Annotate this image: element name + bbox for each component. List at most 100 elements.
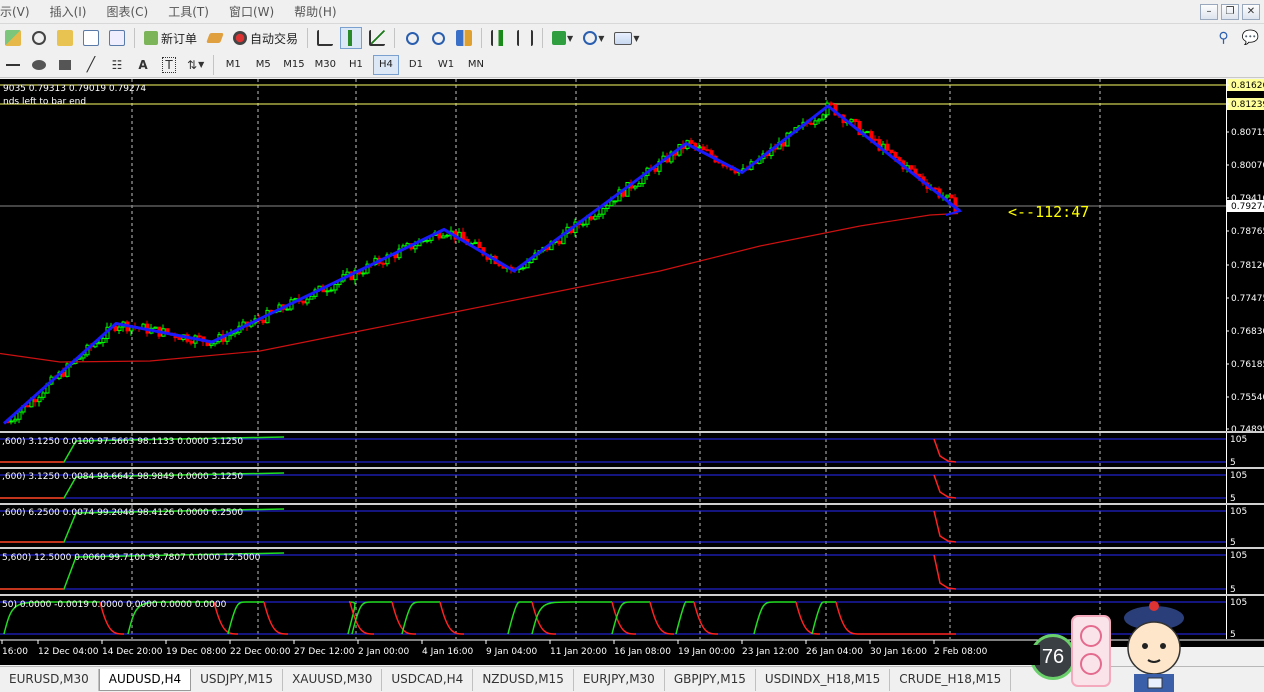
- chart-shift-button[interactable]: [514, 27, 536, 49]
- navigator-button[interactable]: [80, 27, 102, 49]
- fibonacci-icon: ☷: [111, 57, 123, 72]
- candlestick-chart-button[interactable]: [340, 27, 363, 49]
- templates-button[interactable]: ▼: [611, 27, 642, 49]
- periods-button[interactable]: ▼: [580, 27, 607, 49]
- chat-icon: 💬: [1241, 30, 1259, 46]
- text-label-button[interactable]: T: [158, 54, 180, 76]
- candle-body: [381, 262, 386, 265]
- time-label: 9 Jan 04:00: [486, 647, 538, 657]
- candle-body: [633, 185, 638, 189]
- ellipse-button[interactable]: [28, 54, 50, 76]
- tab-usdjpy-m15[interactable]: USDJPY,M15: [191, 669, 284, 691]
- level-label-105: 105: [1230, 598, 1247, 608]
- candle-body: [445, 234, 450, 237]
- zoom-out-button[interactable]: [427, 27, 449, 49]
- new-chart-button[interactable]: [2, 27, 24, 49]
- close-button[interactable]: ✕: [1242, 4, 1260, 20]
- candle-body: [425, 239, 430, 242]
- new-order-icon: [144, 31, 158, 45]
- candle-body: [821, 114, 826, 120]
- tab-audusd-h4[interactable]: AUDUSD,H4: [98, 669, 192, 691]
- tab-usdcad-h4[interactable]: USDCAD,H4: [382, 669, 474, 691]
- candle-body: [97, 341, 102, 345]
- timeframe-m1[interactable]: M1: [220, 55, 246, 75]
- mascot-widget[interactable]: [1068, 596, 1198, 692]
- oscillator-green-wave: [611, 601, 650, 635]
- menu-tools[interactable]: 工具(T): [158, 0, 219, 24]
- time-label: 22 Dec 00:00: [230, 647, 291, 657]
- oscillator-red-wave: [693, 601, 719, 635]
- tile-windows-button[interactable]: [453, 27, 475, 49]
- restore-button[interactable]: ❐: [1221, 4, 1239, 20]
- level-label-5: 5: [1230, 538, 1236, 548]
- timeframe-h4[interactable]: H4: [372, 54, 399, 75]
- indicator-3-readout: ,600) 6.2500 0.0074 99.2048 98.4126 0.00…: [2, 508, 244, 518]
- oscillator-green-wave: [753, 601, 796, 635]
- trendline-icon: ╱: [86, 56, 96, 73]
- horizontal-line-button[interactable]: [2, 54, 24, 76]
- timeframe-h1[interactable]: H1: [343, 55, 369, 75]
- candle-body: [597, 213, 602, 217]
- text-button[interactable]: A: [132, 54, 154, 76]
- level-label-5: 5: [1230, 494, 1236, 504]
- timeframe-mn[interactable]: MN: [463, 55, 489, 75]
- zoom-in-button[interactable]: [401, 27, 423, 49]
- candle-body: [817, 118, 822, 122]
- time-label: 26 Jan 04:00: [806, 647, 863, 657]
- timeframe-m30[interactable]: M30: [312, 55, 339, 75]
- indicators-button[interactable]: ▼: [549, 27, 576, 49]
- candle-body: [13, 418, 18, 422]
- time-label: 19 Dec 08:00: [166, 647, 227, 657]
- indicator-red-drop: [933, 554, 957, 590]
- ellipse-icon: [32, 59, 46, 70]
- tab-eurjpy-m30[interactable]: EURJPY,M30: [574, 669, 665, 691]
- tab-nzdusd-m15[interactable]: NZDUSD,M15: [473, 669, 574, 691]
- line-chart-button[interactable]: [366, 27, 388, 49]
- candle-body: [261, 319, 266, 324]
- timeframe-m5[interactable]: M5: [250, 55, 276, 75]
- template-icon: [614, 31, 633, 45]
- auto-scroll-button[interactable]: [488, 27, 510, 49]
- tab-gbpjpy-m15[interactable]: GBPJPY,M15: [665, 669, 756, 691]
- minimize-button[interactable]: –: [1200, 4, 1218, 20]
- timeframe-w1[interactable]: W1: [433, 55, 459, 75]
- strategy-tester-button[interactable]: [106, 27, 128, 49]
- arrows-icon: ⇅: [187, 57, 198, 72]
- candle-body: [177, 337, 182, 340]
- price-tick-label: 0.76185: [1231, 360, 1264, 370]
- menu-charts[interactable]: 图表(C): [96, 0, 158, 24]
- menu-view[interactable]: 示(V): [0, 0, 40, 24]
- candle-body: [329, 289, 334, 292]
- toolbar-separator: [394, 28, 396, 48]
- search-button[interactable]: ⚲: [1213, 27, 1235, 49]
- menu-help[interactable]: 帮助(H): [284, 0, 346, 24]
- tab-xauusd-m30[interactable]: XAUUSD,M30: [283, 669, 383, 691]
- menu-window[interactable]: 窗口(W): [219, 0, 284, 24]
- tab-usdindx-m15[interactable]: USDINDX_H18,M15: [756, 669, 891, 691]
- price-chart[interactable]: 0.816260.812390.807150.800700.794100.792…: [0, 79, 1264, 647]
- price-tick-label: 0.80715: [1231, 128, 1264, 138]
- crosshair-icon: [32, 31, 46, 45]
- chat-button[interactable]: 💬: [1239, 27, 1262, 49]
- favorites-button[interactable]: [54, 27, 76, 49]
- arrows-button[interactable]: ⇅ ▼: [184, 54, 207, 76]
- menu-insert[interactable]: 插入(I): [40, 0, 97, 24]
- new-order-button[interactable]: 新订单: [141, 27, 200, 49]
- candle-body: [653, 167, 658, 172]
- candle-body: [873, 138, 878, 141]
- tab-crude-m15[interactable]: CRUDE_H18,M15: [890, 669, 1012, 691]
- bar-chart-button[interactable]: [314, 27, 336, 49]
- auto-trading-button[interactable]: 自动交易: [230, 27, 301, 49]
- rectangle-button[interactable]: [54, 54, 76, 76]
- timeframe-m15[interactable]: M15: [280, 55, 307, 75]
- zoom-in-icon: [405, 31, 419, 45]
- timeframe-d1[interactable]: D1: [403, 55, 429, 75]
- trendline-button[interactable]: ╱: [80, 54, 102, 76]
- tab-eurusd-m30[interactable]: EURUSD,M30: [0, 669, 99, 691]
- price-tick-label: 0.80070: [1231, 161, 1264, 171]
- time-label: 23 Jan 12:00: [742, 647, 799, 657]
- meta-editor-button[interactable]: [204, 27, 226, 49]
- market-watch-button[interactable]: [28, 27, 50, 49]
- time-label: 27 Dec 12:00: [294, 647, 355, 657]
- fibonacci-button[interactable]: ☷: [106, 54, 128, 76]
